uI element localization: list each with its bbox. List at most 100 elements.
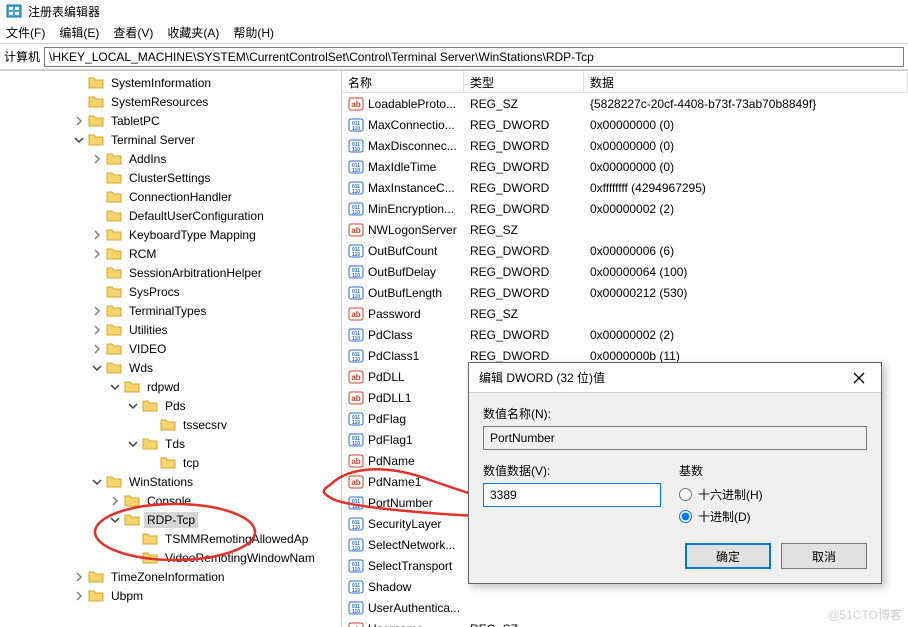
value-row[interactable]: abNWLogonServerREG_SZ [342,219,908,240]
tree-item[interactable]: Terminal Server [0,130,341,149]
value-row[interactable]: 011110MaxDisconnec...REG_DWORD0x00000000… [342,135,908,156]
value-row[interactable]: 011110UserAuthentica... [342,597,908,618]
svg-text:110: 110 [352,273,360,279]
chevron-right-icon[interactable] [90,228,104,242]
tree-item[interactable]: TSMMRemotingAllowedAp [0,529,341,548]
menu-view[interactable]: 查看(V) [113,24,153,41]
tree-item-label: VideoRemotingWindowNam [162,550,318,566]
value-row[interactable]: 011110PdClassREG_DWORD0x00000002 (2) [342,324,908,345]
value-row[interactable]: 011110MaxIdleTimeREG_DWORD0x00000000 (0) [342,156,908,177]
value-type: REG_DWORD [464,286,584,300]
value-row[interactable]: 011110OutBufLengthREG_DWORD0x00000212 (5… [342,282,908,303]
chevron-right-icon[interactable] [90,342,104,356]
value-data: 0x0000000b (11) [584,349,908,363]
radio-hex[interactable]: 十六进制(H) [679,483,763,505]
tree-pane[interactable]: SystemInformationSystemResourcesTabletPC… [0,71,342,627]
menu-favorites[interactable]: 收藏夹(A) [167,24,219,41]
tree-item[interactable]: TabletPC [0,111,341,130]
chevron-down-icon[interactable] [90,475,104,489]
close-icon[interactable] [839,364,879,392]
tree-item[interactable]: Wds [0,358,341,377]
value-row[interactable]: 011110MinEncryption...REG_DWORD0x0000000… [342,198,908,219]
cancel-button[interactable]: 取消 [781,543,867,569]
value-data-field[interactable] [483,483,661,507]
radio-hex-input[interactable] [679,488,692,501]
chevron-down-icon[interactable] [108,380,122,394]
tree-item[interactable]: Pds [0,396,341,415]
value-type: REG_DWORD [464,118,584,132]
svg-text:ab: ab [351,226,360,235]
tree-item-label: Pds [162,398,189,414]
tree-item[interactable]: TerminalTypes [0,301,341,320]
value-name: LoadableProto... [368,97,456,111]
tree-item-label: DefaultUserConfiguration [126,208,267,224]
tree-item[interactable]: TimeZoneInformation [0,567,341,586]
tree-item[interactable]: SessionArbitrationHelper [0,263,341,282]
radio-dec-input[interactable] [679,510,692,523]
ok-button[interactable]: 确定 [685,543,771,569]
chevron-down-icon[interactable] [126,399,140,413]
tree-item[interactable]: VIDEO [0,339,341,358]
tree-item[interactable]: Tds [0,434,341,453]
col-header-type[interactable]: 类型 [464,71,584,92]
tree-item[interactable]: ClusterSettings [0,168,341,187]
chevron-down-icon[interactable] [90,361,104,375]
string-value-icon: ab [348,369,364,385]
tree-item[interactable]: SystemResources [0,92,341,111]
value-row[interactable]: 011110MaxConnectio...REG_DWORD0x00000000… [342,114,908,135]
tree-item[interactable]: RCM [0,244,341,263]
svg-text:ab: ab [351,394,360,403]
chevron-right-icon[interactable] [90,304,104,318]
svg-text:110: 110 [352,210,360,216]
chevron-right-icon[interactable] [108,494,122,508]
tree-item[interactable]: SystemInformation [0,73,341,92]
tree-item[interactable]: KeyboardType Mapping [0,225,341,244]
tree-item[interactable]: rdpwd [0,377,341,396]
chevron-down-icon[interactable] [108,513,122,527]
dialog-title-bar[interactable]: 编辑 DWORD (32 位)值 [469,363,881,393]
folder-icon [160,455,176,471]
value-name: MinEncryption... [368,202,454,216]
tree-item[interactable]: tssecsrv [0,415,341,434]
menu-edit[interactable]: 编辑(E) [59,24,99,41]
tree-item[interactable]: ConnectionHandler [0,187,341,206]
menu-help[interactable]: 帮助(H) [233,24,274,41]
value-row[interactable]: 011110MaxInstanceC...REG_DWORD0xffffffff… [342,177,908,198]
tree-item[interactable]: DefaultUserConfiguration [0,206,341,225]
value-name-field[interactable] [483,426,867,450]
chevron-right-icon[interactable] [72,589,86,603]
tree-item-label: Ubpm [108,588,146,604]
value-row[interactable]: 011110OutBufDelayREG_DWORD0x00000064 (10… [342,261,908,282]
tree-item[interactable]: Utilities [0,320,341,339]
radio-dec[interactable]: 十进制(D) [679,505,763,527]
tree-item[interactable]: WinStations [0,472,341,491]
tree-item[interactable]: RDP-Tcp [0,510,341,529]
chevron-down-icon[interactable] [72,133,86,147]
tree-item[interactable]: SysProcs [0,282,341,301]
tree-item[interactable]: VideoRemotingWindowNam [0,548,341,567]
col-header-name[interactable]: 名称 [342,71,464,92]
address-input[interactable] [44,47,904,67]
chevron-right-icon[interactable] [72,570,86,584]
tree-item[interactable]: Ubpm [0,586,341,605]
value-row[interactable]: 011110OutBufCountREG_DWORD0x00000006 (6) [342,240,908,261]
dword-value-icon: 011110 [348,495,364,511]
value-row[interactable]: abUsernameREG_SZ [342,618,908,627]
dword-value-icon: 011110 [348,558,364,574]
list-header: 名称 类型 数据 [342,71,908,93]
chevron-right-icon[interactable] [72,114,86,128]
tree-item[interactable]: AddIns [0,149,341,168]
tree-item[interactable]: tcp [0,453,341,472]
chevron-right-icon[interactable] [90,323,104,337]
col-header-data[interactable]: 数据 [584,71,908,92]
menu-file[interactable]: 文件(F) [6,24,45,41]
folder-icon [124,493,140,509]
value-row[interactable]: abLoadableProto...REG_SZ{5828227c-20cf-4… [342,93,908,114]
chevron-down-icon[interactable] [126,437,140,451]
chevron-right-icon[interactable] [90,247,104,261]
folder-icon [106,360,122,376]
svg-text:ab: ab [351,100,360,109]
chevron-right-icon[interactable] [90,152,104,166]
tree-item[interactable]: Console [0,491,341,510]
value-row[interactable]: abPasswordREG_SZ [342,303,908,324]
